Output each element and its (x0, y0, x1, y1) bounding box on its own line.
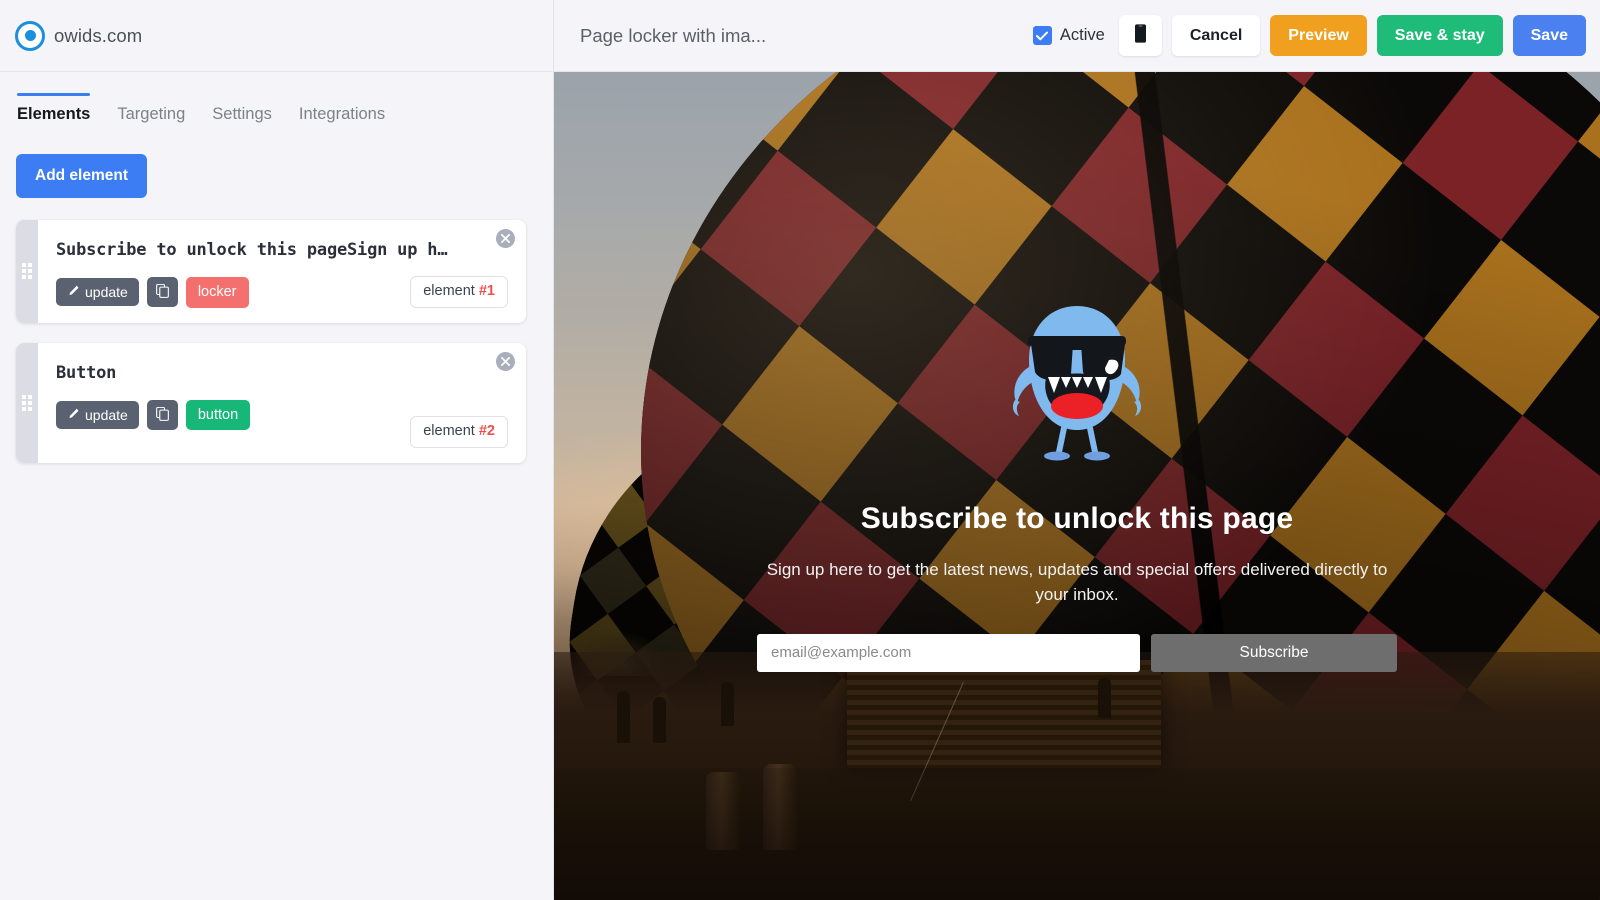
preview-panel: Page locker with ima... Active Cancel Pr… (554, 0, 1600, 900)
element-card-title: Button (56, 362, 117, 383)
element-card[interactable]: Subscribe to unlock this pageSign up h… … (16, 220, 526, 323)
editor-toolbar: Page locker with ima... Active Cancel Pr… (554, 0, 1600, 72)
active-toggle[interactable]: Active (1032, 26, 1105, 45)
update-button[interactable]: update (56, 278, 139, 307)
target-circle-icon (15, 20, 45, 51)
element-index-number: #2 (478, 422, 495, 439)
toolbar-actions: Active Cancel Preview Save & stay Save (1032, 14, 1586, 57)
brand-bar: owids.com (0, 0, 553, 72)
page-title: Page locker with ima... (580, 24, 767, 46)
update-button[interactable]: update (56, 401, 139, 429)
copy-icon (155, 284, 169, 300)
drag-handle-icon[interactable] (16, 342, 38, 463)
editor-sidebar: owids.com Elements Targeting Settings In… (0, 0, 554, 900)
update-button-label: update (85, 407, 128, 423)
element-card-body: Subscribe to unlock this pageSign up h… … (38, 220, 526, 323)
locker-subtext: Sign up here to get the latest news, upd… (766, 560, 1388, 604)
element-card-list: Subscribe to unlock this pageSign up h… … (0, 198, 553, 483)
device-preview-button[interactable] (1118, 14, 1162, 57)
checkmark-icon (1036, 31, 1049, 40)
drag-handle-icon[interactable] (16, 220, 38, 323)
element-index-prefix: element (423, 282, 479, 299)
element-index-prefix: element (423, 422, 479, 439)
subscribe-form: Subscribe (757, 633, 1397, 672)
tab-settings[interactable]: Settings (212, 105, 272, 132)
element-type-tag-locker[interactable]: locker (185, 277, 249, 308)
element-card-body: Button update button element #2 (38, 343, 526, 463)
element-index-number: #1 (478, 282, 495, 299)
element-index-badge: element #2 (410, 415, 508, 448)
add-element-wrap: Add element (0, 132, 553, 198)
pencil-icon (67, 285, 79, 299)
subscribe-button[interactable]: Subscribe (1151, 633, 1397, 672)
locker-overlay: Subscribe to unlock this page Sign up he… (554, 72, 1600, 900)
locker-preview-canvas: Subscribe to unlock this page Sign up he… (554, 72, 1600, 900)
close-circle-icon[interactable] (496, 351, 515, 371)
element-card-title: Subscribe to unlock this pageSign up h… (56, 240, 448, 260)
element-type-tag-button[interactable]: button (185, 399, 251, 431)
active-checkbox[interactable] (1032, 26, 1052, 45)
cancel-button[interactable]: Cancel (1171, 14, 1261, 57)
element-card[interactable]: Button update button element #2 (16, 342, 526, 463)
duplicate-button[interactable] (146, 400, 178, 430)
pencil-icon (67, 408, 79, 422)
brand-name: owids.com (54, 24, 143, 46)
tab-targeting[interactable]: Targeting (117, 105, 185, 132)
preview-button[interactable]: Preview (1270, 14, 1367, 57)
app-root: owids.com Elements Targeting Settings In… (0, 0, 1600, 900)
duplicate-button[interactable] (146, 277, 178, 308)
tab-elements[interactable]: Elements (17, 93, 91, 132)
email-input[interactable] (757, 633, 1140, 672)
save-button[interactable]: Save (1512, 14, 1586, 57)
copy-icon (155, 406, 169, 423)
locker-headline: Subscribe to unlock this page (860, 502, 1294, 536)
add-element-button[interactable]: Add element (16, 154, 148, 198)
close-circle-icon[interactable] (496, 229, 515, 248)
tab-integrations[interactable]: Integrations (299, 105, 385, 132)
blue-monster-sunglasses-icon (1001, 300, 1153, 468)
element-index-badge: element #1 (410, 275, 508, 308)
update-button-label: update (85, 284, 128, 301)
active-label: Active (1059, 26, 1105, 44)
save-and-stay-button[interactable]: Save & stay (1376, 14, 1503, 57)
editor-tabs: Elements Targeting Settings Integrations (0, 72, 553, 132)
mobile-phone-icon (1134, 24, 1146, 48)
